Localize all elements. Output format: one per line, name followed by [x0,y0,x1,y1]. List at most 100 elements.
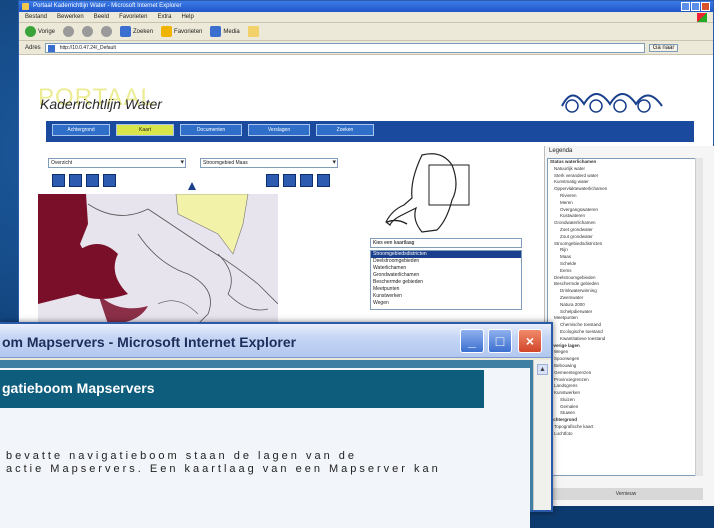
browser-window-front: om Mapservers - Microsoft Internet Explo… [0,322,553,528]
search-icon [120,26,132,37]
body-line-1: bevatte navigatieboom staan de lagen van… [6,450,357,462]
legend-row: Zoet grondwater [560,226,593,232]
minimize-icon[interactable] [681,2,690,11]
go-button[interactable]: Ga naar [648,43,679,52]
print-icon[interactable] [266,174,279,187]
layer-item[interactable]: Waterlichamen [371,265,521,272]
close-icon[interactable] [701,2,710,11]
layer-item[interactable]: Beschermde gebieden [371,279,521,286]
media-button[interactable]: Media [210,26,240,37]
address-input[interactable]: http://10.0.47.24/_Default [44,42,645,53]
legend-row: Zwemwater [560,294,584,300]
zoom-in-icon[interactable] [52,174,65,187]
legend-list[interactable]: Status waterlichamen Natuurlijk water Ster… [547,158,703,476]
legend-row: Chemische toestand [560,322,602,328]
back-window-title: Portaal Kaderrichtlijn Water - Microsoft… [33,3,182,9]
menu-tools[interactable]: Extra [157,12,171,22]
legend-title: Legenda [549,148,573,154]
menu-bar: Bestand Bewerken Beeld Favorieten Extra … [19,12,713,23]
overview-select[interactable]: Overzicht [48,158,186,168]
portal-subtitle: Kaderrichtlijn Water [40,96,162,112]
layer-item[interactable]: Deelstroomgebieden [371,258,521,265]
legend-row: Gemeentegrenzen [554,369,592,375]
legend-row: Stroomgebiedsdistricten [554,240,603,246]
menu-help[interactable]: Help [181,12,193,22]
back-button[interactable]: Vorige [25,26,55,37]
legend-row: Stuwen [560,410,576,416]
legend-row: Gemalen [560,403,579,409]
legend-row: Rivieren [560,192,577,198]
legend-row: Eems [560,267,572,273]
menu-favorites[interactable]: Favorieten [119,12,147,22]
menu-file[interactable]: Bestand [25,12,47,22]
legend-row: Achtergrond [550,417,577,423]
layer-item[interactable]: Wegen [371,300,521,307]
legend-row: Sluizen [560,396,575,402]
layer-select[interactable]: Kies een kaartlaag [370,238,522,248]
front-window-title: om Mapservers - Microsoft Internet Explo… [2,334,297,350]
legend-row: Kustwateren [560,213,586,219]
front-heading-bar: gatieboom Mapservers [0,370,484,408]
portal-header: PORTAAL Kaderrichtlijn Water [28,82,678,118]
forward-button[interactable] [63,26,75,37]
legend-panel: Legenda Status waterlichamen Natuurlijk w… [544,146,714,506]
refresh-button[interactable] [101,26,113,37]
map-north-icon [188,182,196,190]
legend-refresh-button[interactable]: Vernieuw [549,488,703,500]
nav-zoeken[interactable]: Zoeken [316,124,374,136]
legend-row: Maas [560,254,572,260]
forward-arrow-icon [63,26,75,37]
front-body-text: bevatte navigatieboom staan de lagen van… [6,450,476,476]
legend-row: Schelde [560,260,577,266]
history-button[interactable] [247,26,259,37]
folder-icon [247,26,259,37]
layer-item[interactable]: Kunstwerken [371,293,521,300]
pan-icon[interactable] [86,174,99,187]
legend-row: Deelstroomgebieden [554,274,596,280]
legend-row: Grondwaterlichamen [554,220,596,226]
zoom-out-icon[interactable] [69,174,82,187]
back-window-titlebar[interactable]: Portaal Kaderrichtlijn Water - Microsoft… [19,1,713,12]
nav-kaart[interactable]: Kaart [116,124,174,136]
maximize-icon[interactable]: □ [488,329,512,353]
menu-view[interactable]: Beeld [94,12,109,22]
legend-row: Overige lagen [550,342,580,348]
info-icon[interactable] [283,174,296,187]
search-button[interactable]: Zoeken [120,26,153,37]
front-scrollbar[interactable]: ▲ [533,360,551,510]
legend-row: Spoorwegen [554,356,580,362]
full-extent-icon[interactable] [103,174,116,187]
overview-map[interactable] [382,140,482,250]
body-line-2: actie Mapservers. Een kaartlaag van een … [6,463,441,475]
front-window-titlebar[interactable]: om Mapservers - Microsoft Internet Explo… [0,324,551,358]
nav-verslagen[interactable]: Verslagen [248,124,310,136]
minimize-icon[interactable]: _ [460,329,484,353]
map-selects: Overzicht Stroomgebied Maas [48,158,338,168]
legend-row: Kwantitatieve toestand [560,335,606,341]
maximize-icon[interactable] [691,2,700,11]
help-icon[interactable] [317,174,330,187]
address-bar: Adres http://10.0.47.24/_Default Ga naar [19,41,713,55]
media-icon [210,26,222,37]
legend-row: Rijn [560,247,568,253]
layer-item[interactable]: Grondwaterlichamen [371,272,521,279]
layer-item[interactable]: Meetpunten [371,286,521,293]
legend-row: Meren [560,199,573,205]
layer-list[interactable]: Stroomgebiedsdistricten Deelstroomgebied… [370,250,522,310]
menu-edit[interactable]: Bewerken [57,12,84,22]
legend-row: Kunstmatig water [554,179,589,185]
nav-documenten[interactable]: Documenten [180,124,242,136]
legend-row: Kunstwerken [554,390,581,396]
layer-item[interactable]: Stroomgebiedsdistricten [371,251,521,258]
back-arrow-icon [25,26,36,37]
legend-row: Zout grondwater [560,233,593,239]
stop-button[interactable] [82,26,94,37]
legend-scrollbar[interactable] [695,158,703,476]
main-map[interactable] [38,194,278,334]
basin-select[interactable]: Stroomgebied Maas [200,158,338,168]
close-icon[interactable]: × [518,329,542,353]
measure-icon[interactable] [300,174,313,187]
scroll-up-icon[interactable]: ▲ [537,364,548,375]
nav-achtergrond[interactable]: Achtergrond [52,124,110,136]
favorites-button[interactable]: Favorieten [161,26,202,37]
